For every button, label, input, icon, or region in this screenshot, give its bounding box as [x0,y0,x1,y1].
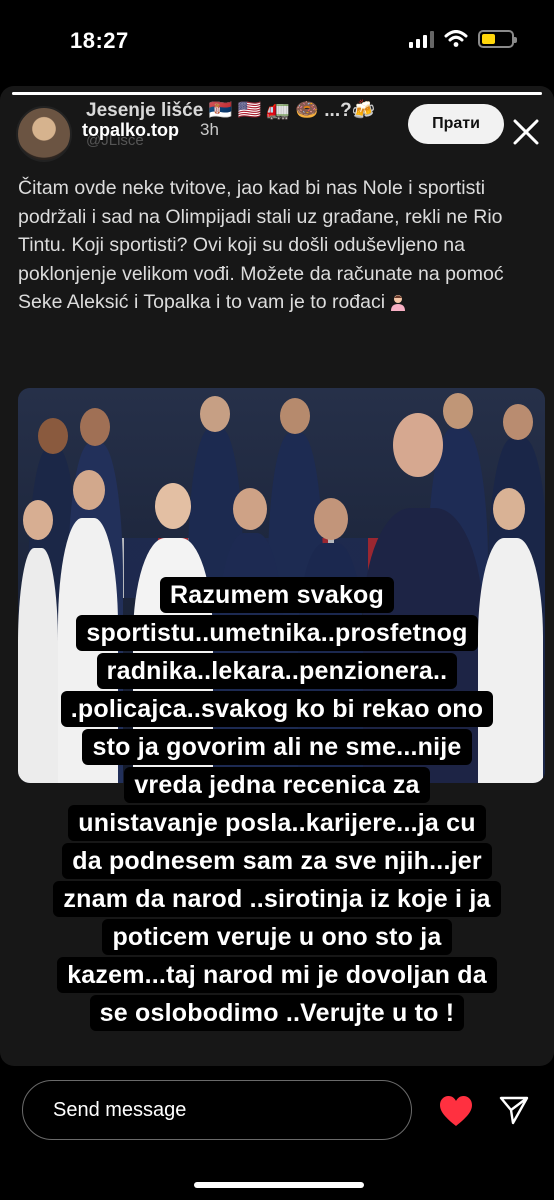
story-time: 3h [200,120,219,139]
reply-bar [0,1070,554,1200]
status-indicators [409,30,517,48]
caption-line: radnika..lekara..penzionera.. [96,653,458,689]
caption-line: sto ja govorim ali ne sme...nije [82,729,472,765]
status-bar: 18:27 [0,0,554,80]
heart-icon[interactable] [438,1094,474,1128]
story-header: Jesenje lišće 🇷🇸 🇺🇸 🚛 🍩 ...?🍻 @JLisce to… [0,86,554,162]
caption-line: Razumem svakog [160,577,394,613]
caption-line: poticem veruje u ono sto ja [102,919,452,955]
send-icon[interactable] [498,1094,530,1126]
caption-line: .policajca..svakog ko bi rekao ono [60,691,494,727]
caption-line: se oslobodimo ..Verujte u to ! [89,995,465,1031]
close-icon[interactable] [510,116,542,148]
caption-line: unistavanje posla..karijere...ja cu [68,805,486,841]
avatar[interactable] [16,106,72,162]
tweet-author-name: Jesenje lišće 🇷🇸 🇺🇸 🚛 🍩 ...?🍻 [86,100,376,121]
home-indicator[interactable] [194,1182,364,1188]
caption-line: znam da narod ..sirotinja iz koje i ja [53,881,501,917]
person-emoji-icon [391,295,406,311]
signal-icon [409,30,434,48]
caption-line: sportistu..umetnika..prosfetnog [76,615,478,651]
tweet-text: Čitam ovde neke tvitove, jao kad bi nas … [18,174,540,317]
battery-icon [478,30,517,48]
caption-line: kazem...taj narod mi je dovoljan da [57,957,497,993]
send-message-input[interactable] [22,1080,412,1140]
caption-line: da podnesem sam za sve njih...jer [62,843,492,879]
battery-level [482,34,495,44]
story-caption: Razumem svakog sportistu..umetnika..pros… [0,576,554,1032]
story-username[interactable]: topalko.top [82,120,179,141]
wifi-icon [444,30,468,47]
caption-line: vreda jedna recenica za [124,767,430,803]
status-time: 18:27 [70,28,129,53]
tweet-body: Čitam ovde neke tvitove, jao kad bi nas … [18,177,504,313]
follow-button[interactable]: Прати [408,104,504,144]
story-card[interactable]: Jesenje lišće 🇷🇸 🇺🇸 🚛 🍩 ...?🍻 @JLisce to… [0,86,554,1066]
